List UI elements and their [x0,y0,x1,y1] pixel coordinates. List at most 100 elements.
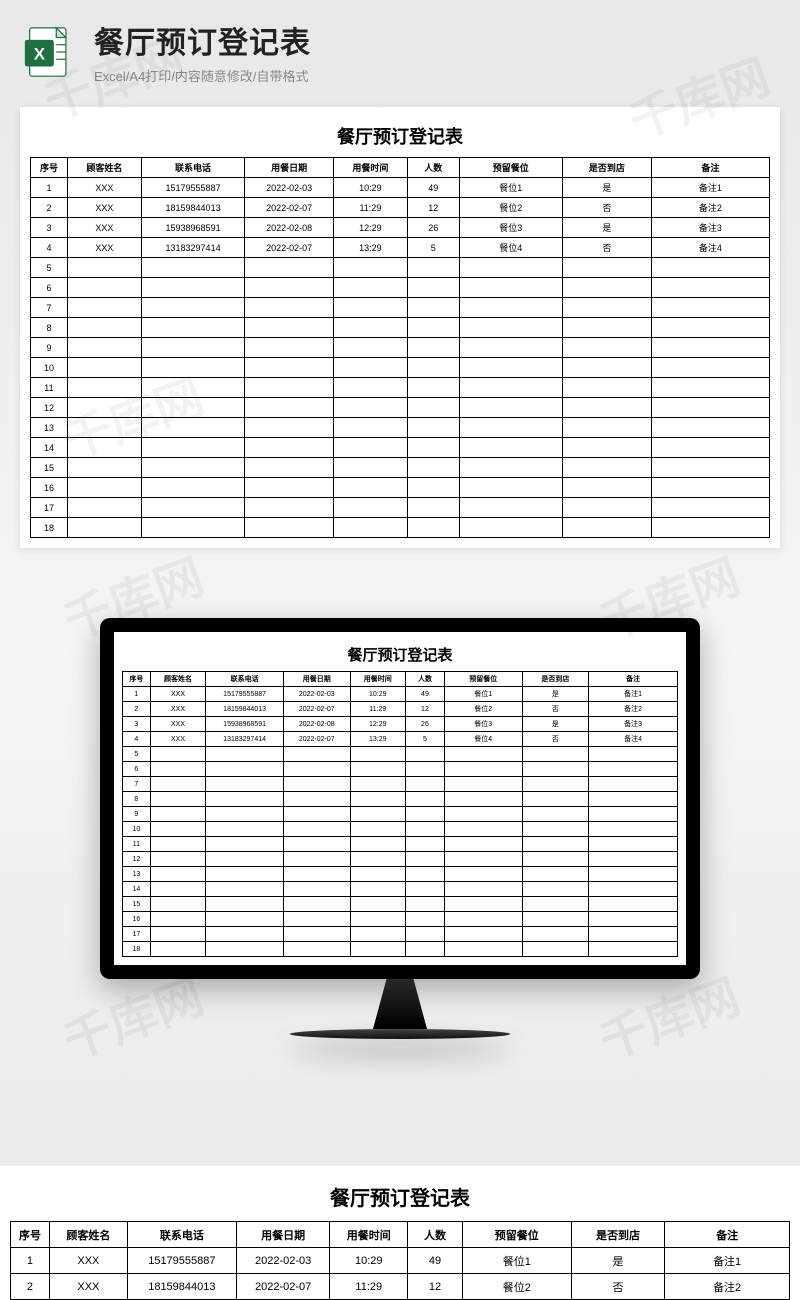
cell-note [589,807,678,822]
sheet-title: 餐厅预订登记表 [122,640,678,671]
cell-arrive: 否 [571,1274,664,1300]
cell-note [651,438,769,458]
cell-seat [459,518,562,538]
cell-idx: 5 [123,747,151,762]
monitor-neck [355,979,445,1029]
cell-date [245,438,334,458]
cell-phone [141,398,244,418]
cell-count [407,478,459,498]
cell-idx: 15 [31,458,68,478]
column-header: 备注 [665,1222,790,1248]
reservation-table: 序号顾客姓名联系电话用餐日期用餐时间人数预留餐位是否到店备注1XXX151795… [30,157,770,538]
cell-date [245,378,334,398]
cell-count: 12 [406,702,445,717]
cell-idx: 16 [31,478,68,498]
table-row-empty: 9 [123,807,678,822]
cell-idx: 2 [123,702,151,717]
cell-seat [459,378,562,398]
cell-count [406,747,445,762]
cell-count [407,458,459,478]
cell-idx: 1 [123,687,151,702]
page-title: 餐厅预订登记表 [94,18,780,62]
cell-time [333,398,407,418]
cell-date [283,807,350,822]
cell-arrive [563,418,652,438]
cell-time: 12:29 [333,218,407,238]
cell-date [283,927,350,942]
table-row: 2XXX181598440132022-02-0711:2912餐位2否备注2 [11,1274,790,1300]
cell-arrive [522,882,589,897]
cell-seat [444,792,522,807]
cell-phone [141,458,244,478]
table-row-empty: 11 [123,837,678,852]
cell-name [67,518,141,538]
cell-name [150,747,206,762]
cell-seat: 餐位4 [459,238,562,258]
column-header: 序号 [11,1222,50,1248]
cell-idx: 9 [123,807,151,822]
cell-count [406,852,445,867]
cell-date: 2022-02-03 [245,178,334,198]
cell-note [651,258,769,278]
cell-count [406,777,445,792]
cell-count [406,837,445,852]
cell-note: 备注1 [589,687,678,702]
cell-count [407,378,459,398]
cell-count [407,318,459,338]
cell-time [333,498,407,518]
column-header: 备注 [651,158,769,178]
cell-name [150,807,206,822]
cell-name: XXX [150,717,206,732]
table-row: 1XXX151795558872022-02-0310:2949餐位1是备注1 [11,1248,790,1274]
cell-idx: 13 [123,867,151,882]
cell-idx: 7 [31,298,68,318]
table-row: 3XXX159389685912022-02-0812:2926餐位3是备注3 [31,218,770,238]
table-row-empty: 15 [31,458,770,478]
column-header: 备注 [589,672,678,687]
cell-seat [459,318,562,338]
table-row: 4XXX131832974142022-02-0713:295餐位4否备注4 [31,238,770,258]
cell-arrive [563,458,652,478]
cell-seat [444,762,522,777]
column-header: 用餐日期 [245,158,334,178]
cell-date [283,777,350,792]
cell-name [150,897,206,912]
cell-idx: 4 [123,732,151,747]
column-header: 联系电话 [206,672,284,687]
cell-count: 49 [406,687,445,702]
cell-note [589,867,678,882]
cell-name: XXX [49,1274,127,1300]
cell-note [589,882,678,897]
cell-time [333,338,407,358]
cell-seat [459,338,562,358]
cell-date [283,837,350,852]
table-row-empty: 8 [123,792,678,807]
cell-idx: 14 [123,882,151,897]
sheet-title: 餐厅预订登记表 [30,117,770,157]
column-header: 顾客姓名 [67,158,141,178]
column-header: 序号 [31,158,68,178]
cell-idx: 9 [31,338,68,358]
cell-count [406,912,445,927]
cell-count: 49 [408,1248,463,1274]
cell-note [589,822,678,837]
cell-note: 备注1 [651,178,769,198]
excel-file-icon: X [20,23,78,81]
column-header: 是否到店 [563,158,652,178]
cell-arrive [563,318,652,338]
cell-phone [206,807,284,822]
cell-note [651,318,769,338]
cell-date [245,358,334,378]
cell-time [350,897,406,912]
cell-date [245,338,334,358]
column-header: 预留餐位 [444,672,522,687]
table-row-empty: 7 [123,777,678,792]
svg-text:X: X [34,44,46,63]
cell-seat: 餐位4 [444,732,522,747]
cell-name: XXX [150,702,206,717]
cell-date [283,867,350,882]
cell-arrive [563,478,652,498]
cell-phone [141,358,244,378]
cell-name [67,298,141,318]
cell-date [245,278,334,298]
